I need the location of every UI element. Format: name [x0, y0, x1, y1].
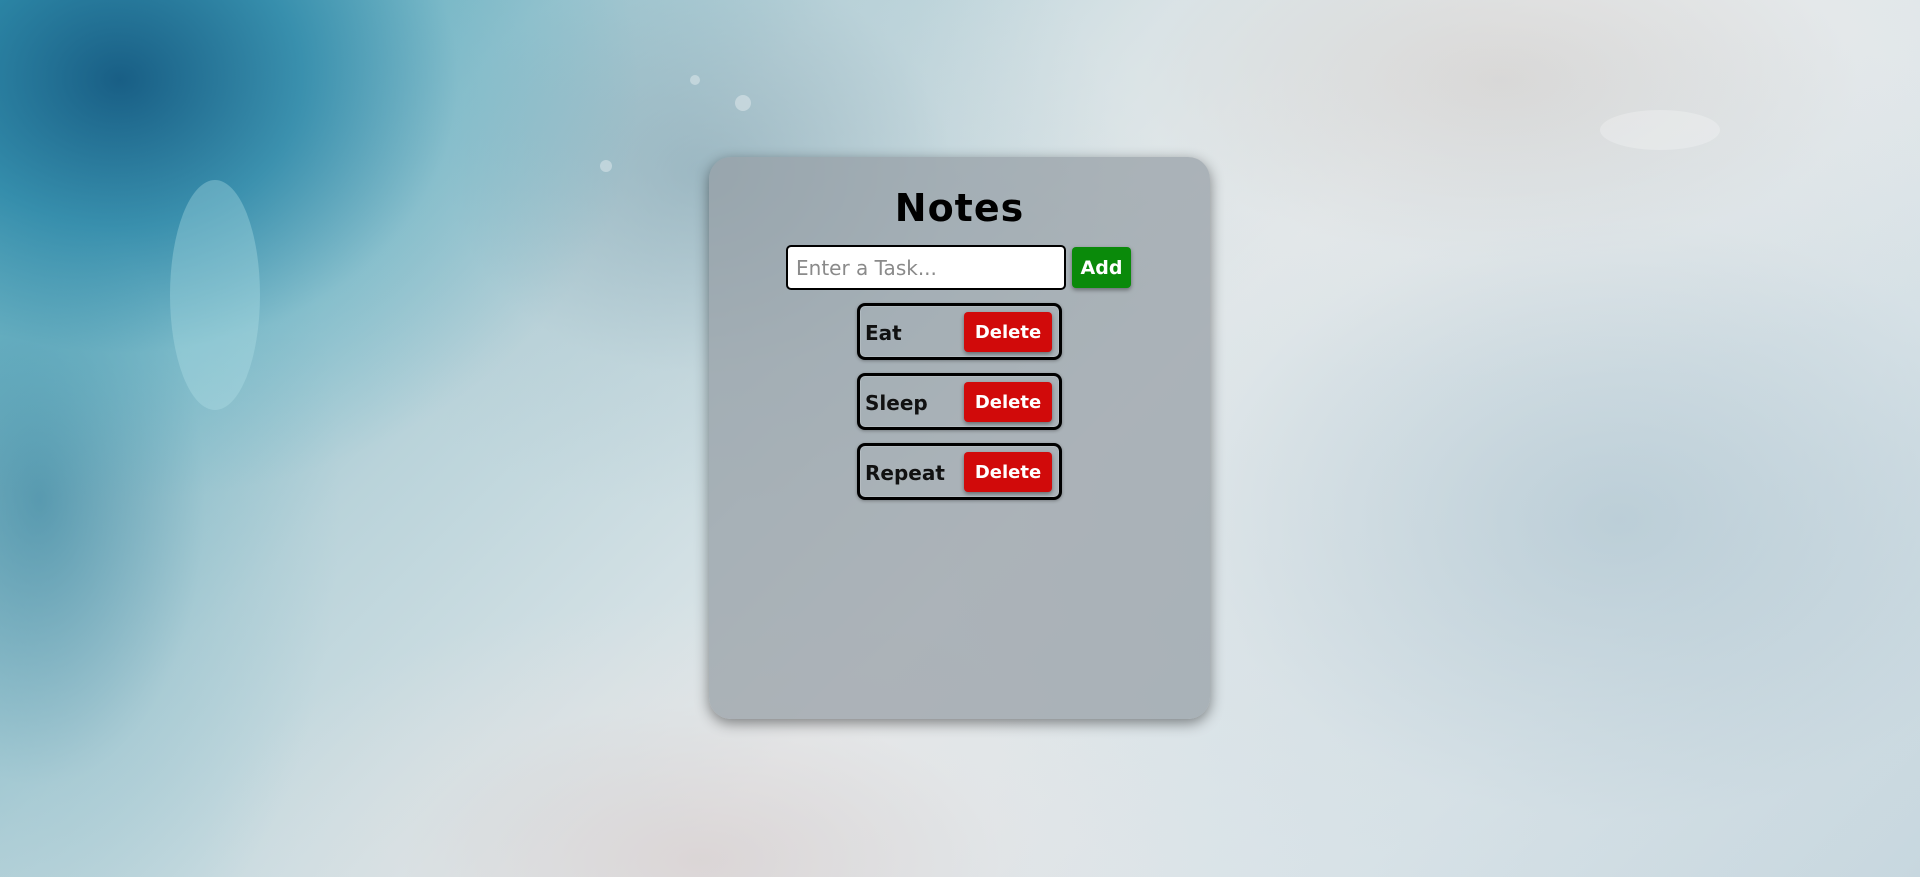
task-label: Eat — [865, 321, 902, 345]
task-item: Repeat Delete — [857, 443, 1062, 500]
task-label: Repeat — [865, 461, 945, 485]
task-item: Eat Delete — [857, 303, 1062, 360]
task-item: Sleep Delete — [857, 373, 1062, 430]
notes-card: Notes Add Eat Delete Sleep Delete Repeat… — [709, 157, 1210, 719]
task-label: Sleep — [865, 391, 928, 415]
add-button[interactable]: Add — [1072, 247, 1131, 288]
task-input[interactable] — [786, 245, 1066, 290]
paint-splash — [735, 95, 751, 111]
delete-button[interactable]: Delete — [964, 312, 1052, 352]
page-title: Notes — [894, 186, 1025, 230]
paint-splash — [690, 75, 700, 85]
paint-splash — [1600, 110, 1720, 150]
delete-button[interactable]: Delete — [964, 382, 1052, 422]
paint-splash — [600, 160, 612, 172]
task-list: Eat Delete Sleep Delete Repeat Delete — [857, 303, 1062, 513]
delete-button[interactable]: Delete — [964, 452, 1052, 492]
paint-splash — [170, 180, 260, 410]
